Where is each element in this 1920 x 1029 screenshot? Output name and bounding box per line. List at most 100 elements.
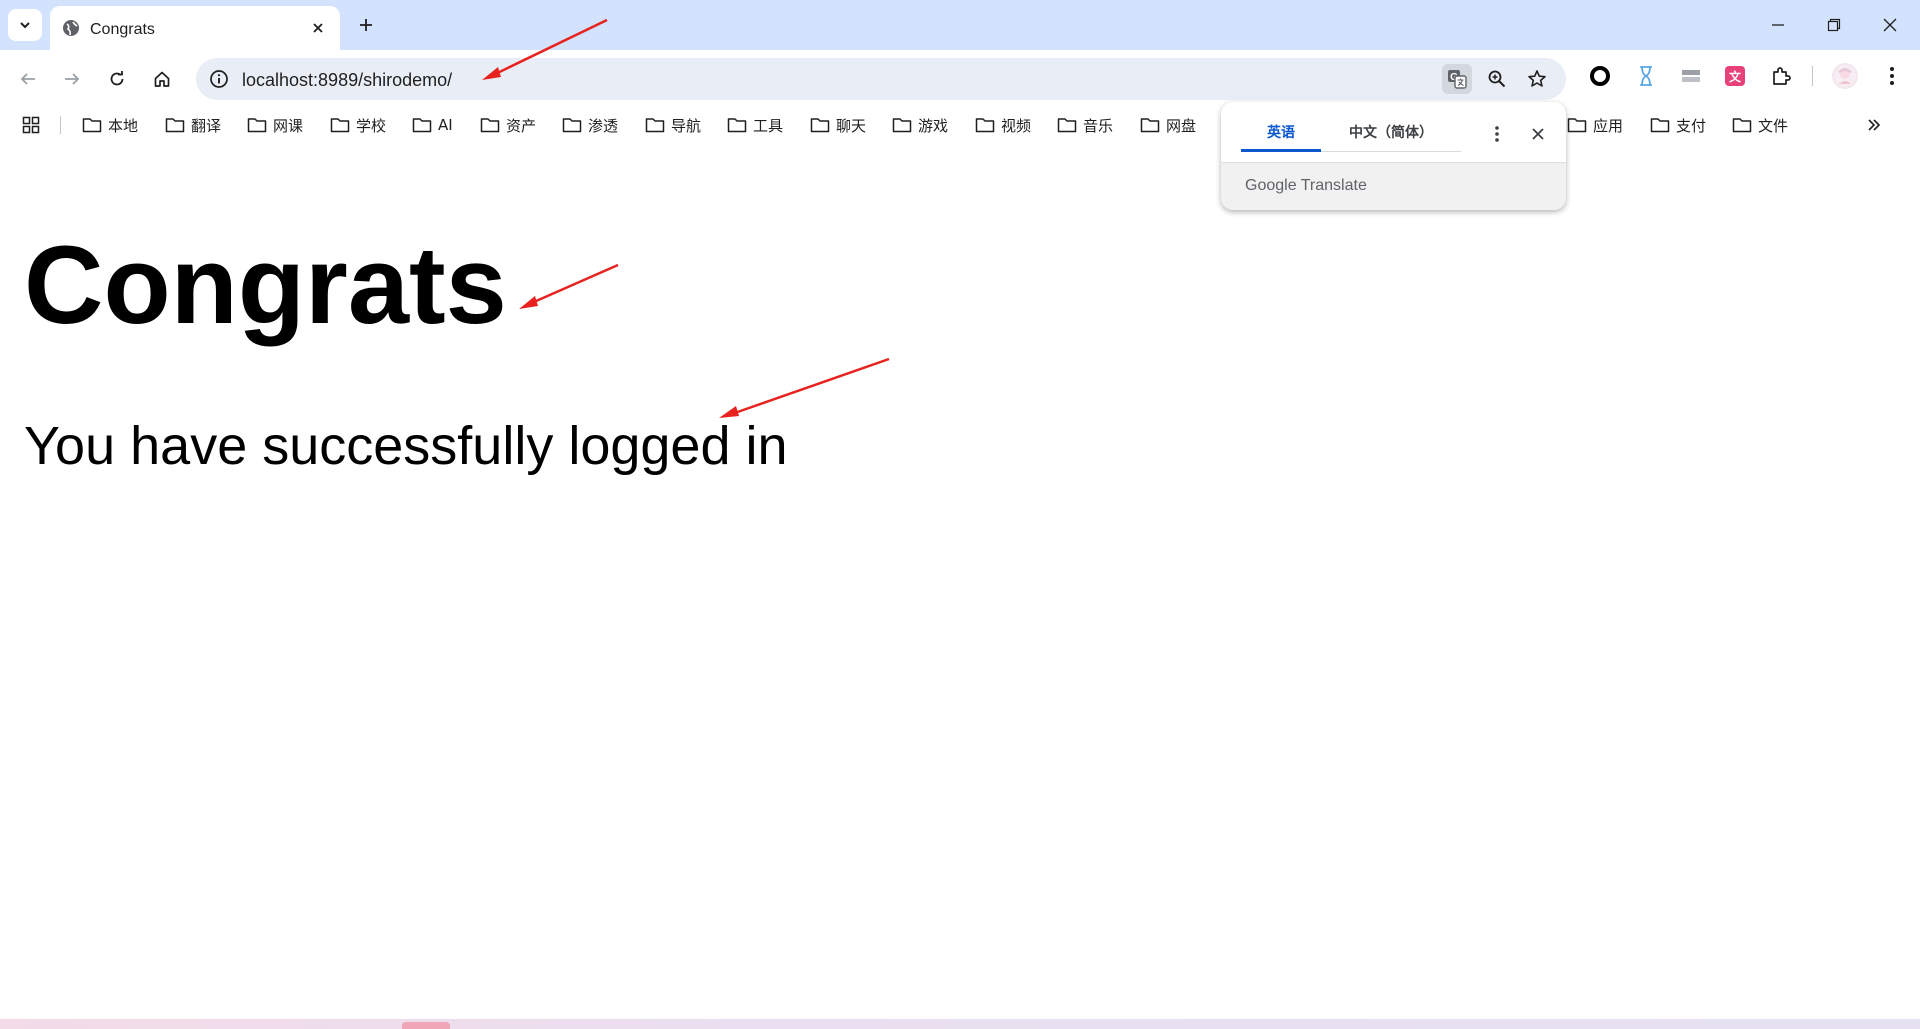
close-icon <box>313 23 323 33</box>
bookmark-star-button[interactable] <box>1522 64 1552 94</box>
bookmark-folder[interactable]: 学校 <box>330 112 386 138</box>
bookmark-folder[interactable]: 聊天 <box>810 112 866 138</box>
url-text[interactable]: localhost:8989/shirodemo/ <box>242 70 452 91</box>
folder-icon <box>727 118 747 133</box>
bookmark-folder[interactable]: 工具 <box>727 112 783 138</box>
tab-close-button[interactable] <box>308 18 328 38</box>
forward-button[interactable] <box>56 63 88 95</box>
back-arrow-icon <box>20 73 35 85</box>
folder-icon <box>1057 118 1077 133</box>
minimize-icon <box>1772 24 1784 26</box>
puzzle-icon <box>1773 67 1791 85</box>
bookmark-folder[interactable]: 网课 <box>247 112 303 138</box>
source-language-tab[interactable]: 英语 <box>1241 120 1321 152</box>
bookmark-folder[interactable]: 音乐 <box>1057 112 1113 138</box>
home-icon <box>154 71 170 87</box>
bookmark-folder-label: 聊天 <box>836 116 867 135</box>
reload-button[interactable] <box>101 63 133 95</box>
folder-icon <box>165 118 185 133</box>
bookmarks-bar: 本地 翻译 网课 学校 AI 资产 渗透 导航 工具 聊天 游戏 视频 音乐 网… <box>0 107 1920 143</box>
back-button[interactable] <box>12 63 44 95</box>
bookmark-folder[interactable]: 翻译 <box>165 112 221 138</box>
bookmark-folder-label: 渗透 <box>588 116 619 135</box>
browser-toolbar: localhost:8989/shirodemo/ G <box>0 50 1920 107</box>
bookmark-folder-label: AI <box>438 116 453 134</box>
bookmark-folder[interactable]: 支付 <box>1650 112 1706 138</box>
bookmark-folder-label: 支付 <box>1676 116 1707 135</box>
url-port-path: :8989/shirodemo/ <box>313 70 453 90</box>
translate-footer: Google Translate <box>1221 162 1566 210</box>
restore-icon <box>1827 18 1841 32</box>
zoom-icon <box>1488 70 1506 88</box>
bookmark-folder[interactable]: 文件 <box>1732 112 1788 138</box>
bookmark-folder[interactable]: 视频 <box>975 112 1031 138</box>
extension-bars-button[interactable] <box>1678 63 1704 89</box>
google-translate-brand: Google Translate <box>1245 177 1367 195</box>
bookmark-folder[interactable]: 本地 <box>82 112 138 138</box>
folder-icon <box>82 118 102 133</box>
bookmark-folder[interactable]: 导航 <box>645 112 701 138</box>
bookmark-folder[interactable]: 应用 <box>1567 112 1623 138</box>
bookmark-folder-label: 网盘 <box>1166 116 1197 135</box>
address-bar[interactable]: localhost:8989/shirodemo/ G <box>196 58 1566 100</box>
page-content: Congrats You have successfully logged in <box>0 143 1920 1019</box>
bookmark-folder[interactable]: 游戏 <box>892 112 948 138</box>
bars-extension-icon <box>1682 70 1700 82</box>
folder-icon <box>330 118 350 133</box>
bookmark-folder-label: 音乐 <box>1083 116 1114 135</box>
page-heading: Congrats <box>24 224 507 347</box>
extension-translate-button[interactable]: 文 <box>1722 63 1748 89</box>
zoom-button[interactable] <box>1482 64 1512 94</box>
folder-icon <box>247 118 267 133</box>
star-icon <box>1528 70 1546 87</box>
new-tab-button[interactable] <box>352 11 380 39</box>
tab-title: Congrats <box>90 21 155 38</box>
extension-circle-button[interactable] <box>1587 63 1613 89</box>
extension-hourglass-button[interactable] <box>1633 63 1659 89</box>
folder-icon <box>892 118 912 133</box>
bookmark-folder-label: 翻译 <box>191 116 222 135</box>
close-icon <box>1532 128 1544 140</box>
forward-arrow-icon <box>65 73 80 85</box>
bookmarks-overflow-button[interactable] <box>1866 112 1882 138</box>
tab-search-button[interactable] <box>8 9 42 41</box>
brand-translate: Translate <box>1296 177 1367 194</box>
bookmark-folder-label: 学校 <box>356 116 387 135</box>
apps-button[interactable] <box>22 112 40 138</box>
tab-strip: Congrats <box>0 0 1920 50</box>
home-button[interactable] <box>146 63 178 95</box>
bookmark-folder[interactable]: AI <box>412 112 453 138</box>
minimize-button[interactable] <box>1758 9 1798 41</box>
folder-icon <box>1732 118 1752 133</box>
folder-icon <box>480 118 500 133</box>
translate-close-button[interactable] <box>1524 120 1552 148</box>
target-language-tab[interactable]: 中文（简体） <box>1321 120 1461 152</box>
more-vert-icon <box>1495 126 1499 142</box>
bookmark-folder[interactable]: 网盘 <box>1140 112 1196 138</box>
restore-button[interactable] <box>1814 9 1854 41</box>
translate-popup: 英语 中文（简体） Google Translate <box>1221 102 1566 210</box>
bookmark-folder-label: 应用 <box>1593 116 1624 135</box>
translate-options-button[interactable] <box>1483 120 1511 148</box>
pink-translate-extension-icon: 文 <box>1725 66 1745 86</box>
window-close-button[interactable] <box>1870 9 1910 41</box>
folder-icon <box>412 118 432 133</box>
folder-icon <box>1650 118 1670 133</box>
bookmarks-divider <box>60 116 61 134</box>
bookmark-folder-label: 资产 <box>506 116 537 135</box>
site-info-button[interactable] <box>204 64 234 94</box>
bookmark-folder[interactable]: 资产 <box>480 112 536 138</box>
profile-avatar[interactable] <box>1832 63 1858 89</box>
browser-tab[interactable]: Congrats <box>50 6 340 50</box>
brand-google: Google <box>1245 177 1297 194</box>
folder-icon <box>975 118 995 133</box>
translate-button[interactable]: G <box>1442 64 1472 94</box>
extensions-button[interactable] <box>1768 63 1794 89</box>
folder-icon <box>1567 118 1587 133</box>
bookmark-folder-label: 本地 <box>108 116 139 135</box>
toolbar-divider <box>1812 66 1813 86</box>
plus-icon <box>360 19 372 31</box>
taskbar-thumb <box>402 1022 450 1029</box>
browser-menu-button[interactable] <box>1879 63 1905 89</box>
bookmark-folder[interactable]: 渗透 <box>562 112 618 138</box>
